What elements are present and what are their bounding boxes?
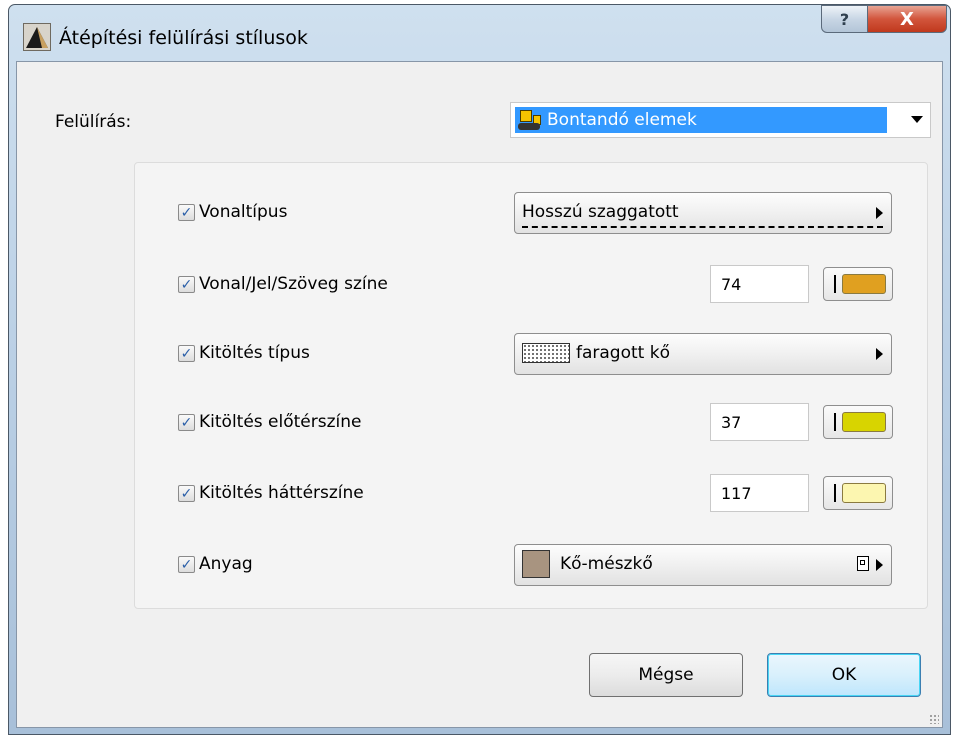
row-fill-foreground: ✓ Kitöltés előtérszíne 37 <box>135 403 927 443</box>
row-line-color: ✓ Vonal/Jel/Szöveg színe 74 <box>135 265 927 305</box>
fill-background-checkbox[interactable]: ✓ <box>178 485 195 502</box>
line-color-label: Vonal/Jel/Szöveg színe <box>199 274 388 294</box>
fill-background-label: Kitöltés háttérszíne <box>199 483 364 503</box>
dialog-client-area: Felülírás: Bontandó elemek ✓ Vonaltípus … <box>16 61 943 728</box>
chevron-down-icon <box>911 116 923 123</box>
window-title: Átépítési felülírási stílusok <box>59 27 308 49</box>
fill-type-value: faragott kő <box>576 343 670 363</box>
title-bar[interactable]: Átépítési felülírási stílusok ? X <box>9 5 950 61</box>
override-settings-group: ✓ Vonaltípus Hosszú szaggatott ✓ Vonal/J… <box>134 162 928 609</box>
line-type-popup[interactable]: Hosszú szaggatott <box>514 192 892 234</box>
line-pen-number: 74 <box>721 275 742 294</box>
fill-fg-color-swatch <box>842 412 886 432</box>
line-pen-color-swatch <box>842 274 886 294</box>
fill-bg-pen-number: 117 <box>721 484 752 503</box>
line-type-label: Vonaltípus <box>199 202 288 222</box>
close-icon: X <box>900 8 914 30</box>
arrow-right-icon <box>876 207 883 219</box>
fill-fg-pen-number: 37 <box>721 413 742 432</box>
override-selected-label: Bontandó elemek <box>547 110 697 130</box>
line-type-checkbox[interactable]: ✓ <box>178 204 195 221</box>
stone-pattern-icon <box>522 343 570 363</box>
fill-foreground-label: Kitöltés előtérszíne <box>199 412 362 432</box>
material-label: Anyag <box>199 554 253 574</box>
dialog-window: Átépítési felülírási stílusok ? X Felülí… <box>8 4 951 735</box>
fill-bg-color-button[interactable] <box>823 476 893 510</box>
row-fill-type: ✓ Kitöltés típus faragott kő <box>135 333 927 375</box>
row-material: ✓ Anyag Kő-mészkő <box>135 544 927 586</box>
fill-type-checkbox[interactable]: ✓ <box>178 345 195 362</box>
line-type-value: Hosszú szaggatott <box>522 202 679 222</box>
archicad-app-icon <box>23 23 51 51</box>
row-fill-background: ✓ Kitöltés háttérszíne 117 <box>135 474 927 514</box>
fill-type-label: Kitöltés típus <box>199 343 310 363</box>
help-icon: ? <box>839 9 850 29</box>
override-label: Felülírás: <box>55 112 132 132</box>
fill-fg-pen-number-field[interactable]: 37 <box>710 403 809 441</box>
material-popup[interactable]: Kő-mészkő <box>514 544 892 586</box>
ok-button[interactable]: OK <box>767 653 921 697</box>
bulldozer-icon <box>517 109 543 131</box>
fill-bg-pen-number-field[interactable]: 117 <box>710 474 809 512</box>
override-dropdown[interactable]: Bontandó elemek <box>510 102 931 138</box>
line-pen-number-field[interactable]: 74 <box>710 265 809 303</box>
fill-type-popup[interactable]: faragott kő <box>514 333 892 375</box>
material-checkbox[interactable]: ✓ <box>178 556 195 573</box>
dashed-line-preview <box>522 226 883 228</box>
row-line-type: ✓ Vonaltípus Hosszú szaggatott <box>135 192 927 234</box>
line-color-checkbox[interactable]: ✓ <box>178 276 195 293</box>
line-pen-color-button[interactable] <box>823 267 893 301</box>
arrow-right-icon <box>876 559 883 571</box>
help-button[interactable]: ? <box>821 5 868 33</box>
close-button[interactable]: X <box>867 5 947 33</box>
fill-fg-color-button[interactable] <box>823 405 893 439</box>
fill-foreground-checkbox[interactable]: ✓ <box>178 414 195 431</box>
override-selected-item: Bontandó elemek <box>515 107 887 133</box>
resize-grip-icon[interactable] <box>929 714 939 724</box>
material-color-swatch <box>522 550 550 578</box>
document-icon <box>857 556 869 571</box>
material-value: Kő-mészkő <box>560 554 653 574</box>
cancel-button[interactable]: Mégse <box>589 653 743 697</box>
fill-bg-color-swatch <box>842 483 886 503</box>
arrow-right-icon <box>876 348 883 360</box>
